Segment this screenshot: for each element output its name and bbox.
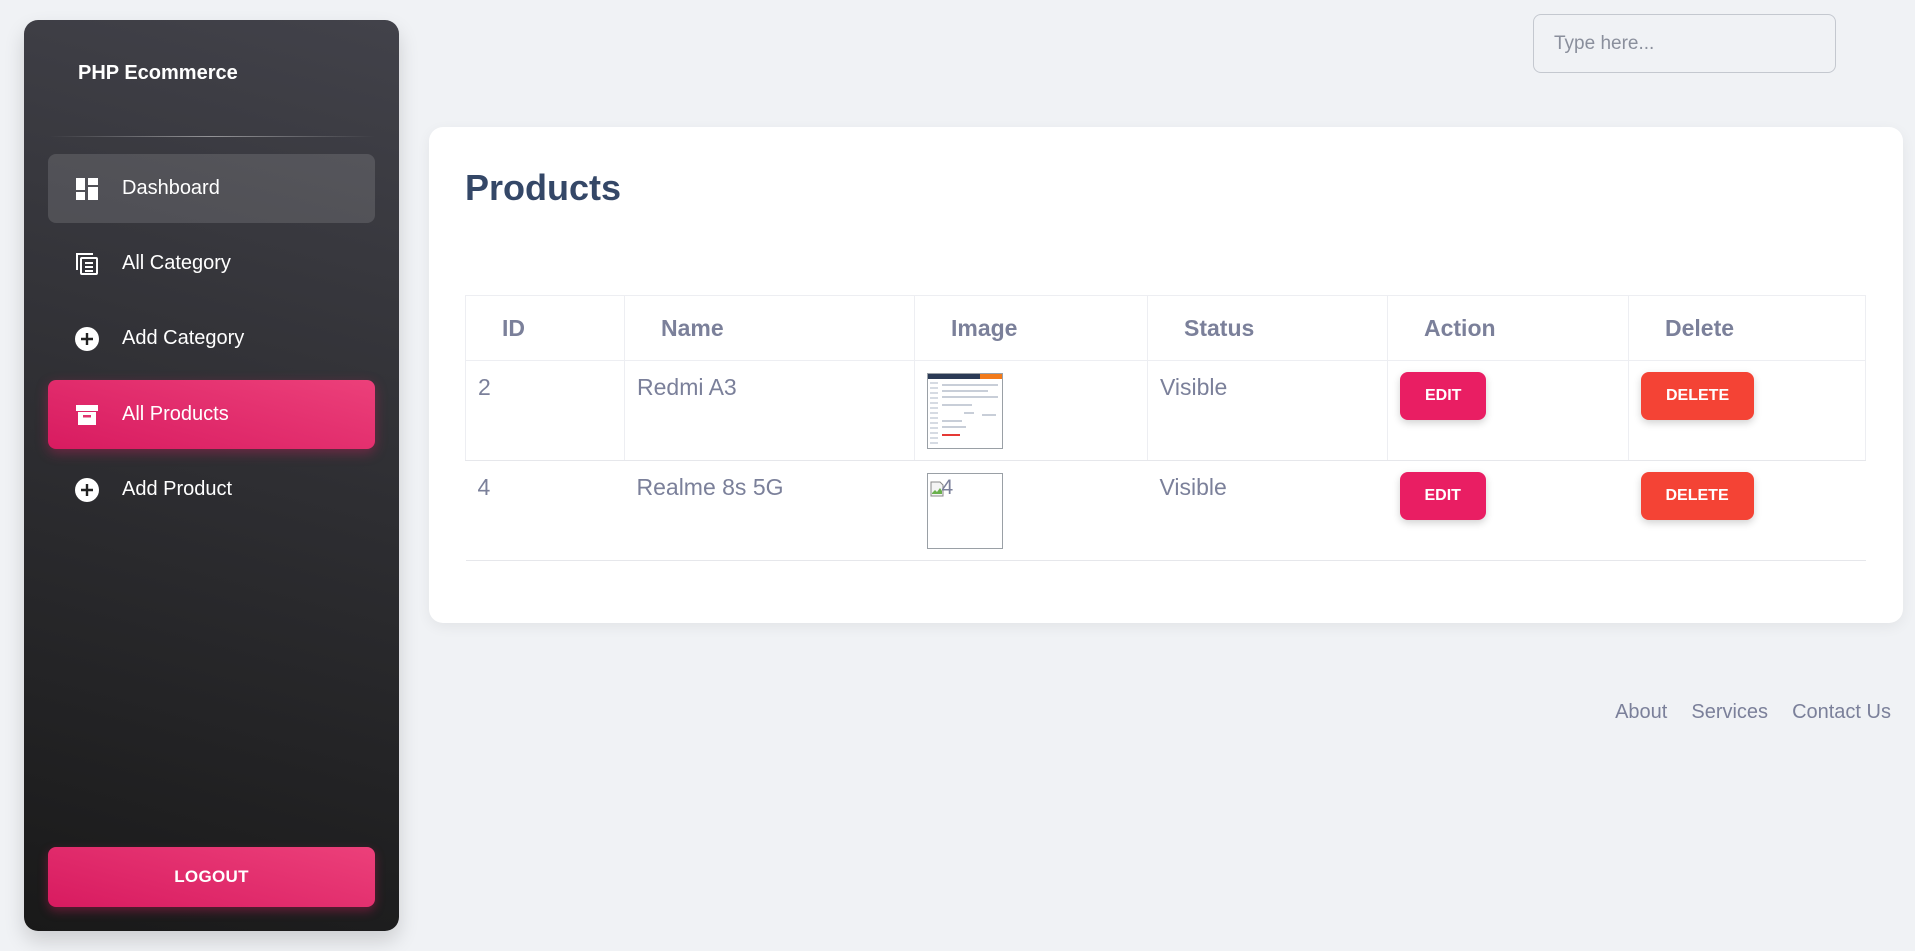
column-header-image: Image	[914, 295, 1148, 361]
delete-button[interactable]: DELETE	[1640, 472, 1754, 520]
column-header-status: Status	[1147, 295, 1388, 361]
sidebar-item-label: All Category	[122, 252, 231, 274]
column-header-action: Action	[1387, 295, 1629, 361]
dashboard-icon	[74, 176, 100, 202]
table-header-row: ID Name Image Status Action Delete	[465, 295, 1866, 361]
sidebar: PHP Ecommerce Dashboard All Category Add…	[24, 20, 399, 931]
product-id: 2	[465, 360, 625, 461]
sidebar-item-all-products[interactable]: All Products	[48, 380, 375, 449]
column-header-name: Name	[624, 295, 915, 361]
sidebar-item-all-category[interactable]: All Category	[48, 229, 375, 298]
sidebar-item-label: All Products	[122, 403, 229, 425]
edit-button[interactable]: EDIT	[1399, 472, 1486, 520]
category-list-icon	[74, 251, 100, 277]
products-card: Products ID Name Image Status Action Del…	[429, 127, 1903, 623]
archive-box-icon	[74, 402, 100, 428]
sidebar-item-add-category[interactable]: Add Category	[48, 304, 375, 373]
footer-link-about[interactable]: About	[1615, 701, 1667, 724]
sidebar-item-label: Add Category	[122, 327, 245, 349]
add-circle-icon	[74, 326, 100, 352]
delete-button[interactable]: DELETE	[1641, 372, 1755, 420]
column-header-delete: Delete	[1628, 295, 1866, 361]
image-alt-text: 4	[941, 476, 954, 499]
product-image	[927, 373, 1003, 449]
sidebar-item-label: Dashboard	[122, 177, 220, 199]
sidebar-item-add-product[interactable]: Add Product	[48, 455, 375, 524]
search-input[interactable]	[1533, 14, 1836, 73]
product-name: Redmi A3	[624, 360, 915, 461]
table-row: 4 Realme 8s 5G 4 Visible EDIT DELETE	[465, 460, 1866, 561]
footer-link-contact[interactable]: Contact Us	[1792, 701, 1891, 724]
column-header-id: ID	[465, 295, 625, 361]
product-name: Realme 8s 5G	[624, 460, 915, 561]
footer-link-services[interactable]: Services	[1691, 701, 1768, 724]
product-image-broken: 4	[926, 473, 1003, 549]
brand-title[interactable]: PHP Ecommerce	[78, 62, 238, 85]
products-table: ID Name Image Status Action Delete 2 Red…	[465, 295, 1866, 561]
footer-links: About Services Contact Us	[1615, 701, 1891, 724]
page-title: Products	[465, 167, 622, 208]
product-status: Visible	[1147, 460, 1388, 561]
table-row: 2 Redmi A3 Visible EDIT DELETE	[465, 360, 1866, 461]
product-status: Visible	[1147, 360, 1388, 461]
product-id: 4	[465, 460, 625, 561]
edit-button[interactable]: EDIT	[1400, 372, 1487, 420]
logout-button[interactable]: LOGOUT	[48, 847, 375, 907]
sidebar-item-label: Add Product	[122, 478, 233, 500]
add-circle-icon	[74, 477, 100, 503]
sidebar-divider	[48, 136, 375, 137]
sidebar-item-dashboard[interactable]: Dashboard	[48, 154, 375, 223]
